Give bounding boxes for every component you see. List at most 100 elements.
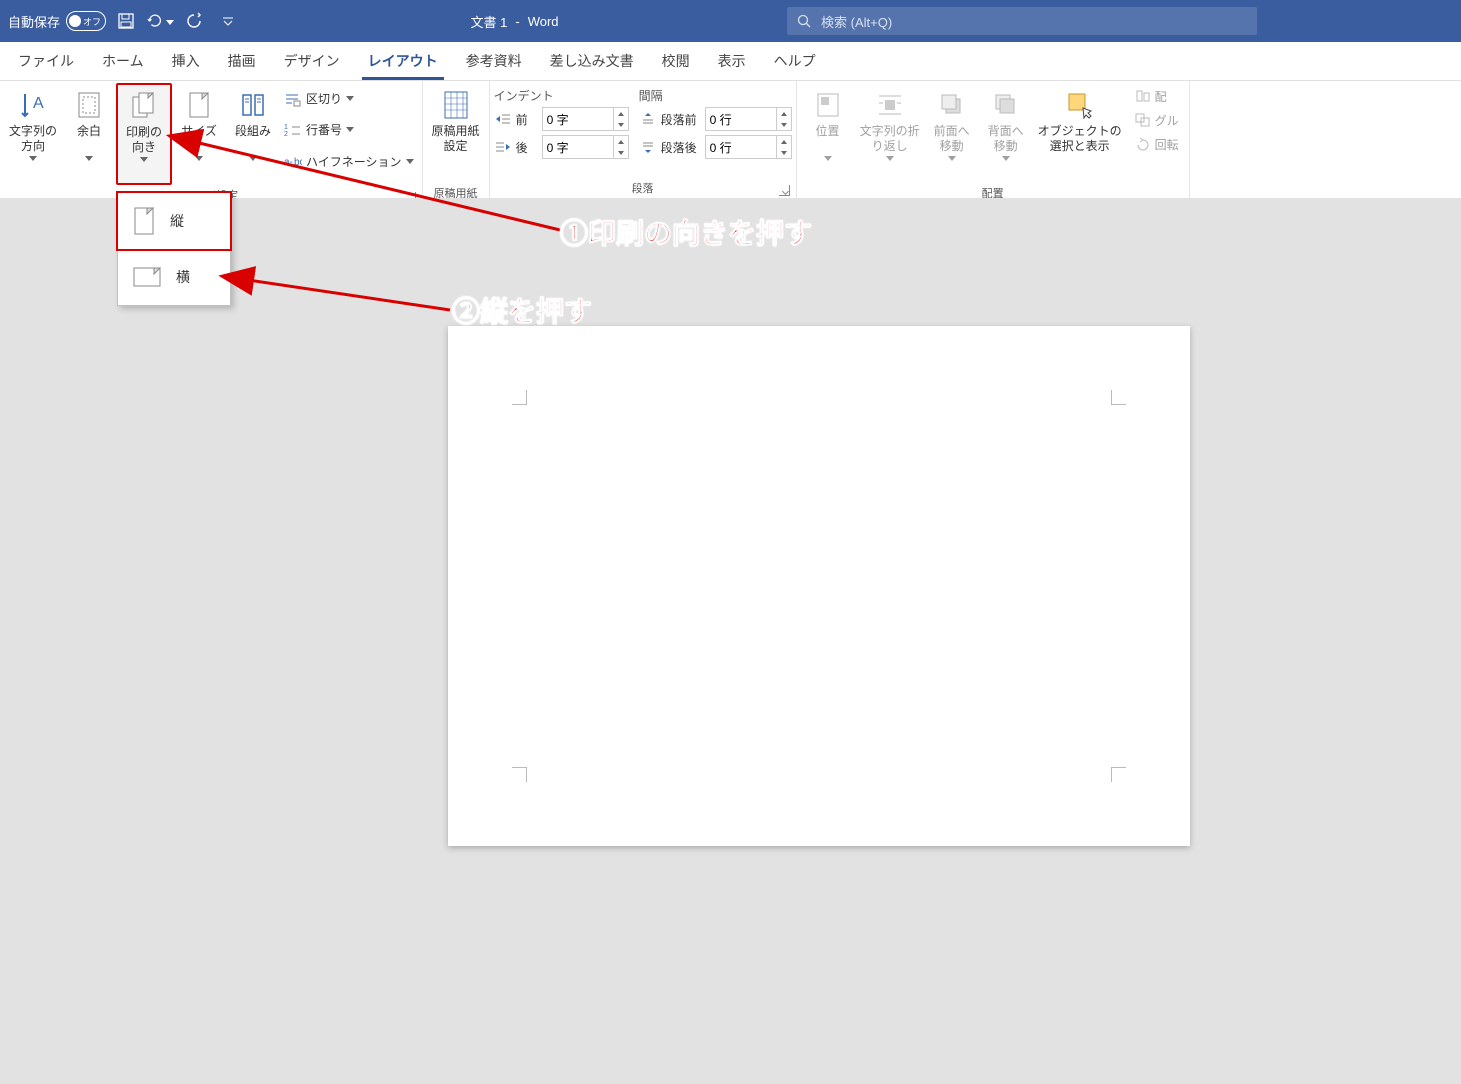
svg-text:1: 1 xyxy=(284,124,288,131)
orientation-dropdown: 縦 横 xyxy=(117,192,231,306)
line-numbers-icon: 12 xyxy=(284,122,302,138)
chevron-down-icon xyxy=(406,159,414,164)
hyphenation-icon: a-bc xyxy=(284,153,302,169)
breaks-button[interactable]: 区切り xyxy=(280,86,418,112)
size-button[interactable]: サイズ xyxy=(172,83,226,183)
orientation-landscape[interactable]: 横 xyxy=(118,249,230,305)
space-after-row: 段落後 xyxy=(639,134,792,160)
app-name: Word xyxy=(528,14,559,29)
send-backward-button: 背面へ 移動 xyxy=(979,83,1033,183)
chevron-down-icon xyxy=(824,156,832,161)
breaks-icon xyxy=(284,91,302,107)
landscape-icon xyxy=(132,265,162,289)
bring-forward-button: 前面へ 移動 xyxy=(925,83,979,183)
tab-insert[interactable]: 挿入 xyxy=(158,42,214,80)
indent-right-icon xyxy=(494,139,512,155)
group-page-setup: A 文字列の 方向 余白 印刷の 向き サイズ 段組み xyxy=(0,81,423,199)
columns-icon xyxy=(239,91,267,119)
tab-layout[interactable]: レイアウト xyxy=(354,42,452,80)
indent-header: インデント xyxy=(494,87,574,104)
tab-review[interactable]: 校閲 xyxy=(648,42,704,80)
spacing-header: 間隔 xyxy=(639,87,739,104)
tab-view[interactable]: 表示 xyxy=(704,42,760,80)
portrait-icon xyxy=(132,206,156,236)
chevron-down-icon xyxy=(886,156,894,161)
rotate-icon xyxy=(1135,137,1151,151)
group-arrange: 位置 文字列の折 り返し 前面へ 移動 背面へ 移動 オブジェクトの 選択と表示 xyxy=(797,81,1190,199)
indent-after-row: 後 xyxy=(494,134,629,160)
wrap-icon xyxy=(876,91,904,119)
margins-button[interactable]: 余白 xyxy=(62,83,116,183)
page[interactable] xyxy=(448,326,1190,846)
search-placeholder: 検索 (Alt+Q) xyxy=(821,12,892,31)
orientation-button[interactable]: 印刷の 向き xyxy=(116,83,172,185)
qat-customize[interactable] xyxy=(214,7,242,35)
crop-mark xyxy=(512,767,527,782)
chevron-down-icon xyxy=(948,156,956,161)
save-icon xyxy=(117,12,135,30)
svg-text:a-: a- xyxy=(284,157,293,168)
tab-references[interactable]: 参考資料 xyxy=(452,42,536,80)
redo-icon xyxy=(185,12,203,30)
wrap-button: 文字列の折 り返し xyxy=(855,83,925,183)
chevron-down-icon xyxy=(166,20,174,25)
chevron-down-icon xyxy=(346,127,354,132)
annotation-2: ②縦を押す xyxy=(452,290,592,330)
position-icon xyxy=(815,91,841,119)
rotate-button: 回転 xyxy=(1131,133,1183,155)
chevron-down-icon xyxy=(195,156,203,161)
tab-design[interactable]: デザイン xyxy=(270,42,354,80)
group-label-paragraph[interactable]: 段落 xyxy=(494,178,792,199)
tab-home[interactable]: ホーム xyxy=(88,42,158,80)
title-bar: 自動保存 オフ 文書 1 - Word 検索 (Alt+Q) xyxy=(0,0,1461,42)
group-paragraph: インデント 前 後 間隔 段落前 xyxy=(490,81,797,199)
tab-help[interactable]: ヘルプ xyxy=(760,42,830,80)
group-objects-button: グル xyxy=(1131,109,1183,131)
orientation-portrait[interactable]: 縦 xyxy=(116,191,232,251)
ribbon: A 文字列の 方向 余白 印刷の 向き サイズ 段組み xyxy=(0,81,1461,200)
position-button: 位置 xyxy=(801,83,855,183)
selection-pane-button[interactable]: オブジェクトの 選択と表示 xyxy=(1033,83,1127,183)
space-before-input[interactable] xyxy=(705,107,792,131)
chevron-down-icon xyxy=(85,156,93,161)
tab-draw[interactable]: 描画 xyxy=(214,42,270,80)
annotation-1: ①印刷の向きを押す xyxy=(560,212,812,252)
page-size-icon xyxy=(187,90,211,120)
text-direction-button[interactable]: A 文字列の 方向 xyxy=(4,83,62,183)
align-button: 配 xyxy=(1131,85,1183,107)
redo-button[interactable] xyxy=(180,7,208,35)
indent-after-input[interactable] xyxy=(542,135,629,159)
autosave-toggle[interactable]: 自動保存 オフ xyxy=(8,11,106,31)
svg-text:2: 2 xyxy=(284,131,288,138)
group-icon xyxy=(1135,113,1151,127)
group-manuscript: 原稿用紙 設定 原稿用紙 xyxy=(423,81,490,199)
indent-before-input[interactable] xyxy=(542,107,629,131)
crop-mark xyxy=(1111,767,1126,782)
save-button[interactable] xyxy=(112,7,140,35)
tab-mailings[interactable]: 差し込み文書 xyxy=(536,42,648,80)
hyphenation-button[interactable]: a-bc ハイフネーション xyxy=(280,148,418,174)
crop-mark xyxy=(1111,390,1126,405)
window-title: 文書 1 - Word xyxy=(248,12,781,31)
chevron-down-icon xyxy=(1002,156,1010,161)
line-numbers-button[interactable]: 12 行番号 xyxy=(280,117,418,143)
undo-icon xyxy=(146,12,164,30)
space-after-input[interactable] xyxy=(705,135,792,159)
tab-file[interactable]: ファイル xyxy=(4,42,88,80)
margins-icon xyxy=(76,90,102,120)
chevron-down-icon xyxy=(29,156,37,161)
document-area[interactable] xyxy=(0,198,1461,1084)
doc-title: 文書 1 xyxy=(471,12,508,31)
grid-paper-icon xyxy=(442,89,470,121)
columns-button[interactable]: 段組み xyxy=(226,83,280,183)
ribbon-tabs: ファイル ホーム 挿入 描画 デザイン レイアウト 参考資料 差し込み文書 校閲… xyxy=(0,42,1461,81)
text-direction-icon: A xyxy=(19,90,47,120)
manuscript-button[interactable]: 原稿用紙 設定 xyxy=(427,83,485,183)
chevron-down-icon xyxy=(140,157,148,162)
undo-button[interactable] xyxy=(146,7,174,35)
space-before-row: 段落前 xyxy=(639,106,792,132)
search-box[interactable]: 検索 (Alt+Q) xyxy=(787,7,1257,35)
autosave-switch[interactable]: オフ xyxy=(66,11,106,31)
crop-mark xyxy=(512,390,527,405)
svg-text:A: A xyxy=(33,95,44,112)
